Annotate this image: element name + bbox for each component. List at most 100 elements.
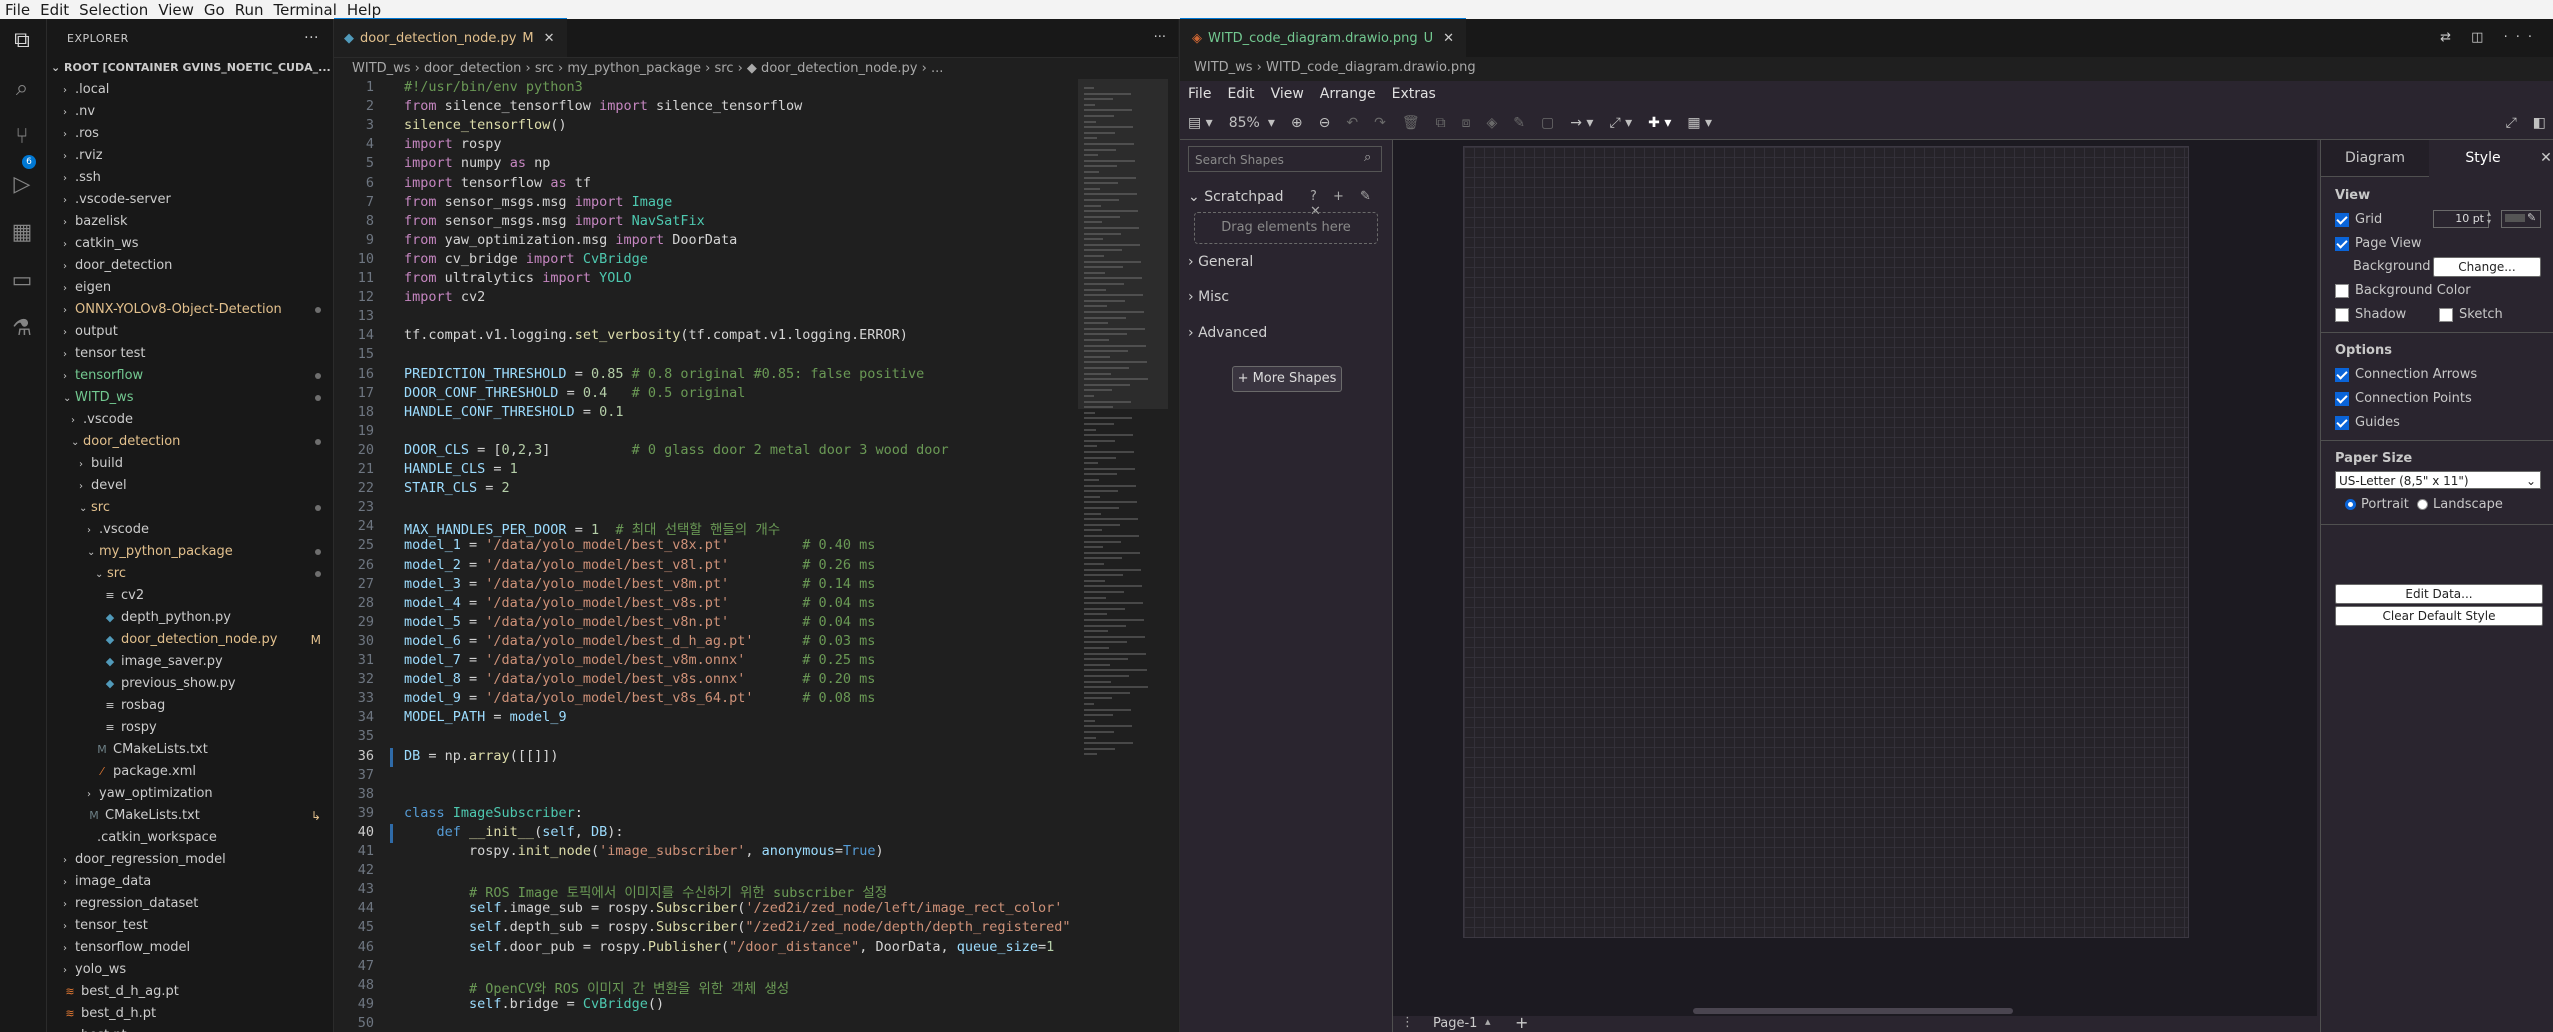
code-line[interactable]: HANDLE_CLS = 1 — [404, 461, 518, 477]
shadow-option[interactable]: Shadow — [2335, 307, 2406, 322]
code-line[interactable]: from sensor_msgs.msg import NavSatFix — [404, 213, 705, 229]
tree-folder-item[interactable]: › .vscode — [47, 519, 333, 541]
code-line[interactable]: STAIR_CLS = 2 — [404, 480, 510, 496]
tree-folder-item[interactable]: › regression_dataset — [47, 893, 333, 915]
tree-folder-item[interactable]: › .vscode-server — [47, 189, 333, 211]
shapes-section-general[interactable]: › General — [1188, 254, 1253, 270]
search-icon[interactable]: ⌕ — [8, 75, 36, 103]
tree-folder-item[interactable]: › door_detection — [47, 255, 333, 277]
code-line[interactable]: import tensorflow as tf — [404, 175, 591, 191]
tree-file-item[interactable]: ≡ cv2 — [47, 585, 333, 607]
drawio-menu-file[interactable]: File — [1180, 86, 1219, 102]
undo-icon[interactable]: ↶ — [1338, 115, 1366, 131]
grid-color-button[interactable]: ✎ — [2501, 210, 2541, 228]
diagram-canvas[interactable] — [1393, 140, 2317, 1016]
code-line[interactable]: from yaw_optimization.msg import DoorDat… — [404, 232, 737, 248]
zoom-out-icon[interactable]: ⊖ — [1311, 115, 1339, 131]
more-actions-icon[interactable]: ··· — [1154, 19, 1178, 57]
scratchpad-header[interactable]: ⌄ Scratchpad — [1188, 189, 1284, 205]
close-icon[interactable]: ✕ — [1443, 31, 1454, 46]
edit-data-button[interactable]: Edit Data... — [2335, 584, 2543, 604]
tree-folder-item[interactable]: › image_data — [47, 871, 333, 893]
remote-explorer-icon[interactable]: ▭ — [8, 267, 36, 295]
menu-view[interactable]: View — [153, 1, 199, 19]
page-view-checkbox[interactable] — [2335, 236, 2349, 251]
tree-file-item[interactable]: M CMakeLists.txt ↳ — [47, 805, 333, 827]
code-line[interactable]: import cv2 — [404, 289, 485, 305]
grid-size-input[interactable]: 10 pt — [2433, 210, 2489, 228]
code-line[interactable]: from sensor_msgs.msg import Image — [404, 194, 672, 210]
more-shapes-button[interactable]: + More Shapes — [1232, 366, 1342, 392]
code-line[interactable]: model_7 = '/data/yolo_model/best_v8m.onn… — [404, 652, 875, 668]
page-tab-page-1[interactable]: Page-1 — [1433, 1016, 1477, 1031]
landscape-radio[interactable] — [2417, 499, 2428, 510]
minimap-slider[interactable] — [1078, 79, 1168, 409]
code-line[interactable]: MODEL_PATH = model_9 — [404, 709, 567, 725]
tree-folder-item[interactable]: › tensorflow_model — [47, 937, 333, 959]
tree-folder-item[interactable]: › catkin_ws — [47, 233, 333, 255]
redo-icon[interactable]: ↷ — [1366, 115, 1394, 131]
code-line[interactable]: import numpy as np — [404, 155, 550, 171]
tree-file-item[interactable]: M CMakeLists.txt — [47, 739, 333, 761]
grid-checkbox[interactable] — [2335, 212, 2349, 227]
code-line[interactable]: self.door_pub = rospy.Publisher("/door_d… — [404, 939, 1054, 955]
fullscreen-icon[interactable]: ⤢ — [2498, 115, 2525, 131]
portrait-radio[interactable] — [2345, 499, 2356, 510]
testing-icon[interactable]: ⚗ — [8, 315, 36, 343]
drawio-menu-view[interactable]: View — [1263, 86, 1312, 102]
menu-edit[interactable]: Edit — [35, 1, 74, 19]
tree-file-item[interactable]: ≡ rospy — [47, 717, 333, 739]
code-line[interactable]: self.depth_sub = rospy.Subscriber("/zed2… — [404, 919, 1070, 935]
tree-file-item[interactable]: ≋ best.pt — [47, 1025, 333, 1032]
view-panels-icon[interactable]: ▤ ▾ — [1180, 115, 1221, 131]
page-view-option[interactable]: Page View — [2335, 236, 2421, 251]
menu-help[interactable]: Help — [342, 1, 386, 19]
drawio-menu-extras[interactable]: Extras — [1384, 86, 1444, 102]
insert-icon[interactable]: ✚ ▾ — [1640, 115, 1679, 131]
tab-style[interactable]: Style — [2429, 140, 2537, 176]
code-line[interactable]: self.bridge = CvBridge() — [404, 996, 664, 1012]
tree-file-item[interactable]: ≋ best_d_h_ag.pt — [47, 981, 333, 1003]
code-line[interactable]: model_1 = '/data/yolo_model/best_v8x.pt'… — [404, 537, 875, 553]
code-line[interactable]: DOOR_CONF_THRESHOLD = 0.4 # 0.5 original — [404, 385, 745, 401]
shapes-section-advanced[interactable]: › Advanced — [1188, 325, 1267, 341]
tree-folder-item[interactable]: › tensor_test — [47, 915, 333, 937]
paper-size-select[interactable]: US-Letter (8,5" x 11") ⌄ — [2335, 471, 2541, 489]
code-line[interactable]: # ROS Image 토픽에서 이미지를 수신하기 위한 subscriber… — [404, 881, 887, 901]
code-area[interactable]: 1 #!/usr/bin/env python3 2 from silence_ten… — [334, 79, 1078, 1032]
connection-icon[interactable]: → ▾ — [1562, 115, 1601, 131]
code-line[interactable]: #!/usr/bin/env python3 — [404, 79, 583, 95]
run-debug-icon[interactable]: ▷ — [8, 171, 36, 199]
guides-option[interactable]: Guides — [2335, 415, 2400, 430]
more-actions-icon[interactable]: ··· — [304, 30, 319, 46]
code-line[interactable]: model_4 = '/data/yolo_model/best_v8s.pt'… — [404, 595, 875, 611]
workspace-root[interactable]: ⌄ ROOT [CONTAINER GVINS_NOETIC_CUDA_... — [47, 57, 333, 79]
code-line[interactable]: model_5 = '/data/yolo_model/best_v8n.pt'… — [404, 614, 875, 630]
portrait-option[interactable]: Portrait — [2345, 497, 2409, 512]
canvas-hscrollbar[interactable] — [1693, 1008, 2013, 1014]
tree-folder-item[interactable]: › build — [47, 453, 333, 475]
tree-folder-item[interactable]: › yolo_ws — [47, 959, 333, 981]
zoom-dropdown-icon[interactable]: ▾ — [1268, 115, 1283, 131]
tree-folder-item[interactable]: › bazelisk — [47, 211, 333, 233]
code-line[interactable]: model_9 = '/data/yolo_model/best_v8s_64.… — [404, 690, 875, 706]
tree-file-item[interactable]: ≋ best_d_h.pt — [47, 1003, 333, 1025]
code-line[interactable]: from silence_tensorflow import silence_t… — [404, 98, 802, 114]
background-color-option[interactable]: Background Color — [2335, 283, 2471, 298]
grid-option[interactable]: Grid — [2335, 212, 2382, 227]
change-background-button[interactable]: Change... — [2433, 257, 2541, 277]
code-line[interactable]: # OpenCV와 ROS 이미지 간 변환을 위한 객체 생성 — [404, 977, 789, 997]
tree-folder-item[interactable]: ⌄ my_python_package — [47, 541, 333, 563]
tree-folder-item[interactable]: › .nv — [47, 101, 333, 123]
code-line[interactable]: import rospy — [404, 136, 502, 152]
tree-file-item[interactable]: ◆ previous_show.py — [47, 673, 333, 695]
tree-folder-item[interactable]: ⌄ src — [47, 497, 333, 519]
landscape-option[interactable]: Landscape — [2417, 497, 2503, 512]
code-line[interactable]: model_2 = '/data/yolo_model/best_v8l.pt'… — [404, 557, 875, 573]
close-icon[interactable]: ✕ — [544, 31, 555, 46]
tree-folder-item[interactable]: › yaw_optimization — [47, 783, 333, 805]
code-line[interactable]: rospy.init_node('image_subscriber', anon… — [404, 843, 884, 859]
code-line[interactable]: MAX_HANDLES_PER_DOOR = 1 # 최대 선택할 핸들의 개수 — [404, 518, 780, 538]
menu-run[interactable]: Run — [230, 1, 269, 19]
drawio-breadcrumb[interactable]: WITD_ws › WITD_code_diagram.drawio.png — [1180, 57, 2553, 79]
